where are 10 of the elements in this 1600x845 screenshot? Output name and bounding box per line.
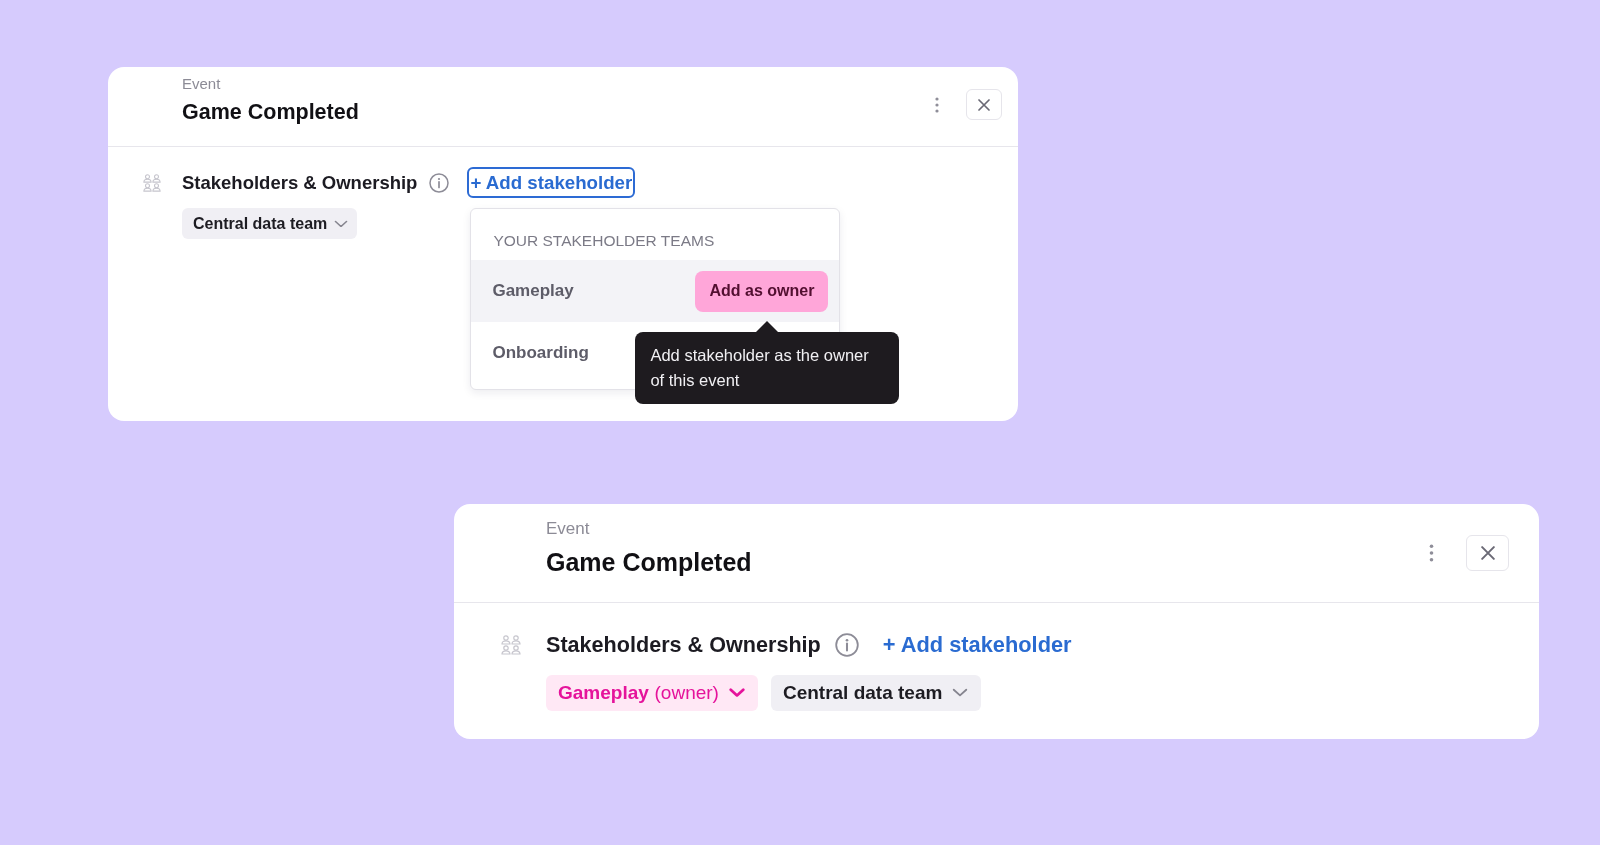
panel-title: Game Completed <box>182 99 359 126</box>
panel-title: Game Completed <box>546 547 752 578</box>
tooltip: Add stakeholder as the owner of this event <box>635 331 900 404</box>
dropdown-heading: YOUR STAKEHOLDER TEAMS <box>492 231 716 251</box>
section-title: Stakeholders & Ownership <box>182 171 418 194</box>
panel-eyebrow: Event <box>546 519 591 539</box>
menu-item-label: Onboarding <box>492 343 589 363</box>
menu-item-label: Gameplay <box>492 281 574 301</box>
section-title: Stakeholders & Ownership <box>546 632 821 658</box>
panel-eyebrow: Event <box>182 75 222 93</box>
